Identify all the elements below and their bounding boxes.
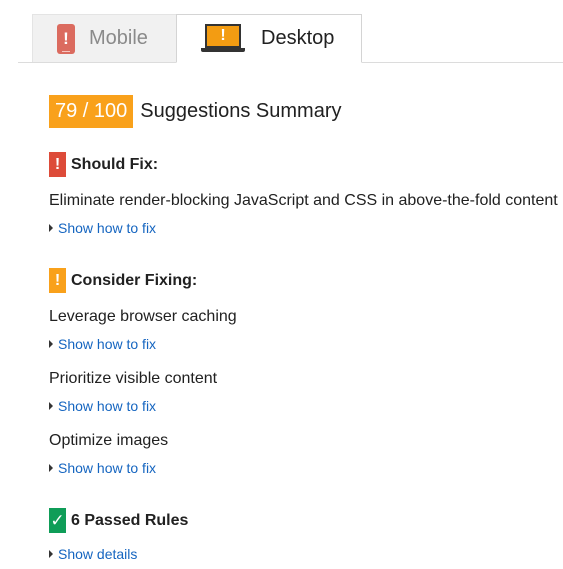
tab-bar: ! Mobile ! Desktop [18,0,563,63]
laptop-icon: ! [201,23,245,54]
show-details-link[interactable]: Show details [49,546,137,562]
tab-desktop[interactable]: ! Desktop [176,14,362,63]
link-label: Show how to fix [58,220,157,236]
phone-icon: ! [57,23,75,54]
passed-rules-title: 6 Passed Rules [71,511,189,529]
exclamation-icon: ! [49,152,66,177]
score-badge: 79 / 100 [49,95,134,128]
show-how-to-fix-link[interactable]: Show how to fix [49,460,156,476]
rule-name: Optimize images [49,432,169,449]
consider-fixing-title: Consider Fixing: [71,271,198,289]
rule-name: Prioritize visible content [49,370,218,387]
link-label: Show how to fix [58,336,157,352]
consider-fixing-header: ! Consider Fixing: [49,268,197,293]
show-how-to-fix-link[interactable]: Show how to fix [49,398,156,414]
tab-mobile[interactable]: ! Mobile [32,14,190,62]
should-fix-title: Should Fix: [71,155,159,173]
rule-name: Eliminate render-blocking JavaScript and… [49,192,558,209]
tab-desktop-label: Desktop [261,27,335,49]
summary-title: Suggestions Summary [140,100,342,122]
link-label: Show how to fix [58,398,157,414]
laptop-screen: ! [205,23,241,48]
triangle-right-icon [49,224,53,232]
checkmark-icon: ✓ [49,508,66,533]
link-label: Show how to fix [58,460,157,476]
triangle-right-icon [49,402,53,410]
show-how-to-fix-link[interactable]: Show how to fix [49,220,156,236]
exclamation-icon: ! [49,268,66,293]
should-fix-header: ! Should Fix: [49,152,158,177]
link-label: Show details [58,546,138,562]
triangle-right-icon [49,340,53,348]
page: ! Mobile ! Desktop 79 / 100 Suggestions … [0,0,563,569]
score-summary: 79 / 100 Suggestions Summary [49,95,342,128]
triangle-right-icon [49,550,53,558]
rule-name: Leverage browser caching [49,308,237,325]
passed-rules-header: ✓ 6 Passed Rules [49,508,188,533]
show-how-to-fix-link[interactable]: Show how to fix [49,336,156,352]
laptop-base [201,47,245,52]
tab-mobile-label: Mobile [89,27,148,49]
triangle-right-icon [49,464,53,472]
